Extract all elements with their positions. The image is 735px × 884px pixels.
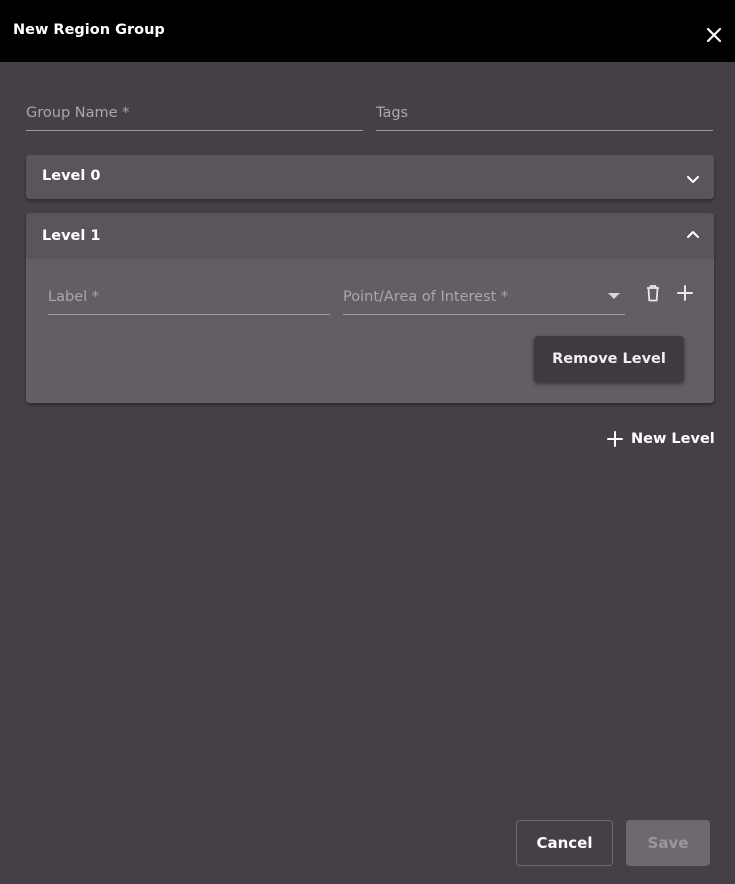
chevron-up-icon[interactable] bbox=[684, 225, 702, 243]
plus-icon bbox=[607, 431, 623, 447]
level-0-title: Level 0 bbox=[42, 168, 101, 184]
close-button[interactable] bbox=[703, 24, 725, 46]
dialog-title: New Region Group bbox=[13, 22, 165, 38]
level-panel-0: Level 0 bbox=[26, 155, 714, 199]
close-icon bbox=[706, 27, 722, 43]
delete-level-item-button[interactable] bbox=[641, 281, 665, 305]
dialog-header: New Region Group bbox=[0, 0, 735, 62]
chevron-down-icon[interactable] bbox=[684, 171, 702, 189]
poi-input[interactable] bbox=[343, 277, 593, 314]
level-1-body: Remove Level bbox=[26, 259, 714, 403]
new-level-label: New Level bbox=[631, 431, 715, 447]
cancel-button[interactable]: Cancel bbox=[516, 820, 613, 866]
group-name-input[interactable] bbox=[26, 93, 363, 130]
level-0-header[interactable]: Level 0 bbox=[26, 155, 714, 199]
plus-icon bbox=[677, 285, 693, 301]
save-button[interactable]: Save bbox=[626, 820, 710, 866]
caret-down-icon[interactable] bbox=[607, 291, 621, 301]
level-panel-1: Level 1 Remove Level bbox=[26, 213, 714, 403]
add-level-item-button[interactable] bbox=[673, 281, 697, 305]
level-1-title: Level 1 bbox=[42, 228, 101, 244]
label-field[interactable] bbox=[48, 277, 330, 315]
group-name-field[interactable] bbox=[26, 93, 363, 131]
remove-level-button[interactable]: Remove Level bbox=[534, 336, 684, 382]
tags-field[interactable] bbox=[376, 93, 713, 131]
tags-input[interactable] bbox=[376, 93, 713, 130]
label-input[interactable] bbox=[48, 277, 330, 314]
level-1-header[interactable]: Level 1 bbox=[26, 213, 714, 257]
new-level-button[interactable]: New Level bbox=[604, 426, 715, 452]
poi-select[interactable] bbox=[343, 277, 625, 315]
trash-icon bbox=[647, 285, 659, 302]
